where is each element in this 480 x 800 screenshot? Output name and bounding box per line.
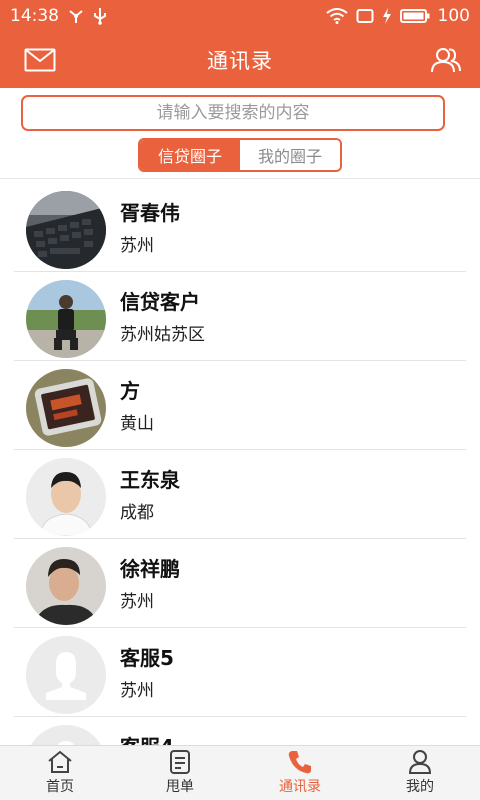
- circle-tabs: 信贷圈子 我的圈子: [138, 138, 342, 172]
- contact-row[interactable]: 徐祥鹏 苏州: [0, 539, 480, 628]
- message-button[interactable]: [22, 44, 58, 76]
- contact-name: 客服5: [120, 646, 174, 670]
- contact-city: 黄山: [120, 414, 154, 434]
- page-title: 通讯录: [207, 49, 273, 73]
- contact-city: 苏州: [120, 681, 154, 701]
- app-header: 通讯录: [0, 32, 480, 88]
- search-input[interactable]: [23, 97, 443, 129]
- status-bar: 14:38 100: [0, 0, 480, 32]
- nav-label: 通讯录: [279, 779, 321, 795]
- avatar: [26, 547, 106, 625]
- avatar: [26, 369, 106, 447]
- avatar-placeholder: [26, 725, 106, 745]
- status-time: 14:38: [10, 6, 59, 26]
- nav-contacts[interactable]: 通讯录: [240, 746, 360, 800]
- phone-icon: [287, 749, 313, 775]
- contact-name: 客服4: [120, 731, 174, 745]
- divider: [0, 178, 480, 179]
- battery-icon: [399, 8, 430, 24]
- search-box[interactable]: [21, 95, 445, 131]
- contact-list: 胥春伟 苏州 信贷客户 苏州姑苏区 方 黄山 王东泉 成都 徐祥鹏 苏州 客服5…: [0, 183, 480, 745]
- contact-row[interactable]: 王东泉 成都: [0, 450, 480, 539]
- contact-name: 方: [120, 379, 140, 403]
- contact-row[interactable]: 客服4: [0, 717, 480, 745]
- contact-city: 苏州姑苏区: [120, 325, 205, 345]
- battery-level: 100: [437, 6, 470, 26]
- contact-city: 苏州: [120, 236, 154, 256]
- avatar: [26, 458, 106, 536]
- contact-row[interactable]: 信贷客户 苏州姑苏区: [0, 272, 480, 361]
- avatar: [26, 280, 106, 358]
- contact-name: 胥春伟: [120, 201, 180, 225]
- nav-label: 甩单: [166, 779, 194, 795]
- bottom-nav: 首页 甩单 通讯录 我的: [0, 745, 480, 800]
- nav-label: 首页: [46, 779, 74, 795]
- mail-icon: [24, 48, 56, 72]
- share-icon: [67, 8, 85, 24]
- people-icon: [431, 48, 461, 73]
- nav-me[interactable]: 我的: [360, 746, 480, 800]
- nav-label: 我的: [406, 779, 434, 795]
- contact-row[interactable]: 客服5 苏州: [0, 628, 480, 717]
- avatar-placeholder: [26, 636, 106, 714]
- charging-icon: [382, 8, 392, 24]
- person-icon: [407, 749, 433, 775]
- wifi-icon: [325, 8, 348, 24]
- home-icon: [47, 749, 73, 775]
- avatar: [26, 191, 106, 269]
- add-friend-button[interactable]: [428, 42, 464, 78]
- order-icon: [167, 749, 193, 775]
- contact-name: 信贷客户: [120, 290, 200, 314]
- contact-name: 徐祥鹏: [120, 557, 180, 581]
- contact-row[interactable]: 方 黄山: [0, 361, 480, 450]
- sim-icon: [356, 8, 374, 24]
- contact-name: 王东泉: [120, 468, 180, 492]
- contact-city: 苏州: [120, 592, 154, 612]
- tab-credit-circle[interactable]: 信贷圈子: [140, 140, 240, 170]
- tab-my-circle[interactable]: 我的圈子: [240, 140, 340, 170]
- contact-row[interactable]: 胥春伟 苏州: [0, 183, 480, 272]
- nav-home[interactable]: 首页: [0, 746, 120, 800]
- usb-icon: [93, 7, 107, 25]
- contact-city: 成都: [120, 503, 154, 523]
- nav-orders[interactable]: 甩单: [120, 746, 240, 800]
